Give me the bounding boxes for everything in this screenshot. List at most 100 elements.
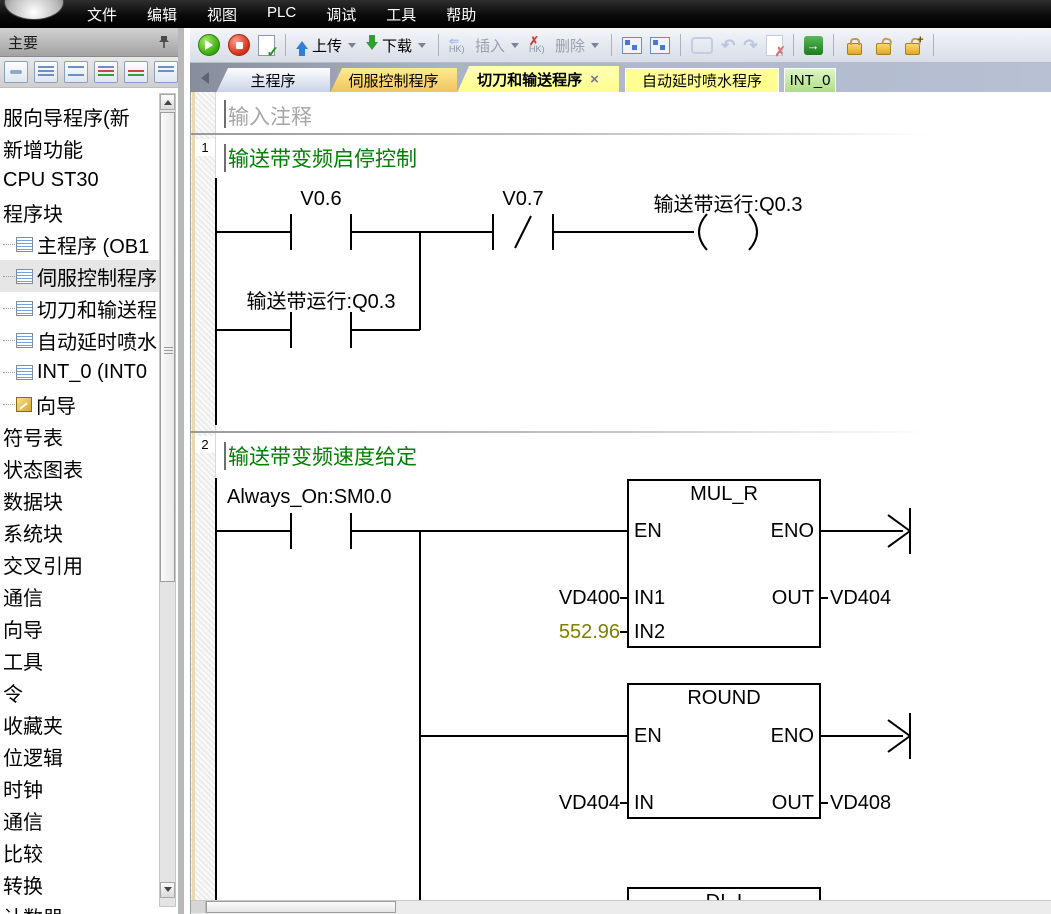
tree-item-instructions[interactable]: 令 <box>0 676 163 708</box>
tree-item-clock[interactable]: 时钟 <box>0 772 163 804</box>
upload-dropdown-icon[interactable] <box>348 43 356 52</box>
tree-item-main-ob1[interactable]: 主程序 (OB1 <box>0 228 163 260</box>
menu-file[interactable]: 文件 <box>72 0 132 29</box>
tab-close-icon[interactable]: × <box>590 71 599 88</box>
menu-view[interactable]: 视图 <box>192 0 252 29</box>
compile-button[interactable]: ✓ <box>256 33 277 58</box>
network-1-number[interactable]: 1 <box>195 139 215 156</box>
tree-item-cpu[interactable]: CPU ST30 <box>0 164 163 196</box>
title-bar: 文件 编辑 视图 PLC 调试 工具 帮助 <box>0 0 1051 28</box>
editor-tab-bar: 主程序 伺服控制程序 切刀和输送程序 × 自动延时喷水程序 INT_0 <box>190 63 1051 93</box>
tree-item-new-features[interactable]: 新增功能 <box>0 132 163 164</box>
lock-add-icon: + <box>905 43 920 55</box>
redo-button[interactable]: ↷ <box>741 35 759 56</box>
tree-item-symbol-table[interactable]: 符号表 <box>0 420 163 452</box>
network-view-button-1[interactable] <box>620 35 644 56</box>
branch-contact-q03-label[interactable]: 输送带运行:Q0.3 <box>247 285 396 314</box>
mul-block-title[interactable]: MUL_R <box>690 483 758 506</box>
tree-item-compare[interactable]: 比较 <box>0 836 163 868</box>
contact-sm00-label[interactable]: Always_On:SM0.0 <box>227 486 392 509</box>
wizard-icon <box>16 397 32 412</box>
menu-debug[interactable]: 调试 <box>311 0 371 29</box>
tree-item-wizard2[interactable]: 向导 <box>0 612 163 644</box>
tree-item-system-block[interactable]: 系统块 <box>0 516 163 548</box>
tab-spray-program[interactable]: 自动延时喷水程序 <box>625 68 779 93</box>
round-in-operand[interactable]: VD404 <box>521 792 620 815</box>
contact-v07-label[interactable]: V0.7 <box>502 188 543 211</box>
round-out-operand[interactable]: VD408 <box>830 792 891 815</box>
toolbar-separator <box>833 34 834 56</box>
tree-item-int0[interactable]: INT_0 (INT0 <box>0 356 163 388</box>
lock-closed-icon <box>847 43 862 55</box>
cancel-edit-button[interactable]: ✗ <box>764 33 785 58</box>
lock-add-button[interactable]: + <box>900 34 925 57</box>
coil-q03-label[interactable]: 输送带运行:Q0.3 <box>654 188 803 217</box>
insert-dropdown-icon[interactable] <box>511 43 519 52</box>
delete-button[interactable]: HK)✗ 删除 <box>527 33 603 58</box>
program-comment-hint[interactable]: 输入注释 <box>228 101 312 131</box>
insert-button[interactable]: HK)⇐ 插入 <box>447 33 523 58</box>
menu-edit[interactable]: 编辑 <box>132 0 192 29</box>
tree-item-spray-program[interactable]: 自动延时喷水 <box>0 324 163 356</box>
screen-view-icon[interactable] <box>154 61 178 83</box>
tree-item-convert[interactable]: 转换 <box>0 868 163 900</box>
table-view-icon[interactable] <box>34 61 58 83</box>
menu-tools[interactable]: 工具 <box>371 0 431 29</box>
horizontal-scrollbar-thumb[interactable] <box>206 901 396 913</box>
stop-button[interactable] <box>226 32 252 58</box>
menu-plc[interactable]: PLC <box>252 0 311 29</box>
tree-item-program-block[interactable]: 程序块 <box>0 196 163 228</box>
tree-item-counters[interactable]: 计数器 <box>0 900 163 914</box>
run-button[interactable] <box>196 32 222 58</box>
download-dropdown-icon[interactable] <box>418 43 426 52</box>
network-2-comment[interactable]: 输送带变频速度给定 <box>228 441 417 471</box>
mul-out-operand[interactable]: VD404 <box>830 587 891 610</box>
tree-item-cutter-program[interactable]: 切刀和输送程 <box>0 292 163 324</box>
delete-dropdown-icon[interactable] <box>591 43 599 52</box>
tree-item-communication[interactable]: 通信 <box>0 580 163 612</box>
contact-v06-label[interactable]: V0.6 <box>300 188 341 211</box>
tree-item-status-chart[interactable]: 状态图表 <box>0 452 163 484</box>
document-view-icon[interactable] <box>64 61 88 83</box>
tree-item-wizard[interactable]: 向导 <box>0 388 163 420</box>
editor-horizontal-scrollbar[interactable] <box>191 900 1051 914</box>
mul-in1-operand[interactable]: VD400 <box>521 587 620 610</box>
unlock-button[interactable] <box>871 34 896 57</box>
scrollbar-thumb[interactable] <box>160 112 175 582</box>
select-box-button[interactable] <box>689 35 715 56</box>
network-1-comment[interactable]: 输送带变频启停控制 <box>228 143 417 173</box>
colored-table-view-icon[interactable] <box>94 61 118 83</box>
tree-item-bit-logic[interactable]: 位逻辑 <box>0 740 163 772</box>
lock-button[interactable] <box>842 34 867 57</box>
menu-help[interactable]: 帮助 <box>431 0 491 29</box>
tree-item-communication2[interactable]: 通信 <box>0 804 163 836</box>
download-button[interactable]: 下载 <box>364 33 430 58</box>
scroll-down-button[interactable] <box>160 882 175 898</box>
tree-item-favorites[interactable]: 收藏夹 <box>0 708 163 740</box>
chart-view-icon[interactable] <box>124 61 148 83</box>
go-to-button[interactable]: → <box>802 34 825 57</box>
mul-in2-operand[interactable]: 552.96 <box>521 621 620 644</box>
tab-servo-program[interactable]: 伺服控制程序 <box>330 68 457 93</box>
pin-icon[interactable] <box>158 35 170 49</box>
app-logo-button[interactable] <box>4 0 64 20</box>
tag-view-icon[interactable] <box>4 61 28 83</box>
tab-scroll-left-icon[interactable] <box>195 72 209 84</box>
tree-item-servo-program[interactable]: 伺服控制程序 <box>0 260 163 292</box>
tree-vertical-scrollbar[interactable] <box>159 93 176 907</box>
tab-int0[interactable]: INT_0 <box>784 68 836 93</box>
network-view-button-2[interactable] <box>648 35 672 56</box>
net1-contact1-bars <box>291 214 351 250</box>
round-block-title[interactable]: ROUND <box>687 687 760 710</box>
network-2-number[interactable]: 2 <box>195 436 215 453</box>
scroll-up-button[interactable] <box>160 94 175 110</box>
tree-item-tools[interactable]: 工具 <box>0 644 163 676</box>
undo-button[interactable]: ↶ <box>719 35 737 56</box>
tree-item-servo-wizard[interactable]: 服向导程序(新 <box>0 100 163 132</box>
tree-item-data-block[interactable]: 数据块 <box>0 484 163 516</box>
tree-item-cross-reference[interactable]: 交叉引用 <box>0 548 163 580</box>
tab-main-program[interactable]: 主程序 <box>216 68 330 93</box>
upload-button[interactable]: 上传 <box>294 33 360 58</box>
ladder-editor[interactable]: 输入注释 1 输送带变频启停控制 V0.6 V0.7 输送带运行:Q0.3 输送… <box>190 92 1051 914</box>
tab-cutter-program-active[interactable]: 切刀和输送程序 × <box>457 66 619 93</box>
